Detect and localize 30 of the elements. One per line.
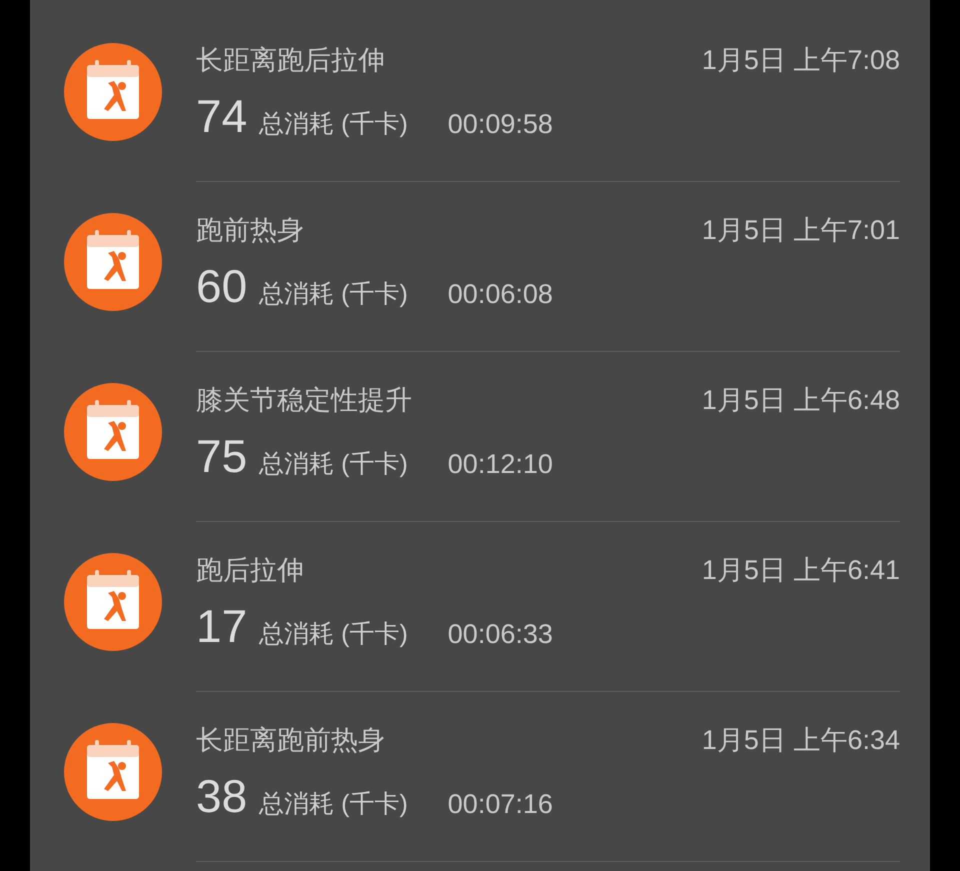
workout-calendar-icon	[64, 723, 162, 821]
workout-time: 1月5日 上午7:08	[702, 44, 901, 77]
workout-time: 1月5日 上午6:34	[702, 724, 901, 757]
workout-calendar-icon	[64, 213, 162, 311]
calorie-count: 60	[196, 259, 248, 314]
workout-time: 1月5日 上午6:48	[702, 384, 901, 417]
calorie-unit: 总消耗 (千卡)	[259, 279, 408, 310]
calorie-unit: 总消耗 (千卡)	[259, 619, 408, 650]
workout-duration: 00:12:10	[448, 448, 553, 481]
workout-duration: 00:07:16	[448, 788, 553, 821]
workout-duration: 00:06:08	[448, 278, 553, 311]
workout-title: 跑后拉伸	[196, 554, 304, 587]
workout-time: 1月5日 上午7:01	[702, 214, 901, 247]
calorie-unit: 总消耗 (千卡)	[259, 109, 408, 140]
calorie-unit: 总消耗 (千卡)	[259, 449, 408, 480]
workout-time: 1月5日 上午6:41	[702, 554, 901, 587]
calorie-count: 17	[196, 599, 248, 654]
workout-title: 跑前热身	[196, 214, 304, 247]
workout-duration: 00:09:58	[448, 108, 553, 141]
calorie-unit: 总消耗 (千卡)	[259, 789, 408, 820]
workout-duration: 00:06:33	[448, 618, 553, 651]
workout-title: 长距离跑前热身	[196, 724, 385, 757]
workout-calendar-icon	[64, 553, 162, 651]
calorie-count: 74	[196, 89, 248, 144]
calorie-count: 38	[196, 769, 248, 824]
workout-calendar-icon	[64, 383, 162, 481]
workout-title: 长距离跑后拉伸	[196, 44, 385, 77]
workout-title: 膝关节稳定性提升	[196, 384, 412, 417]
calorie-count: 75	[196, 429, 248, 484]
workout-calendar-icon	[64, 43, 162, 141]
